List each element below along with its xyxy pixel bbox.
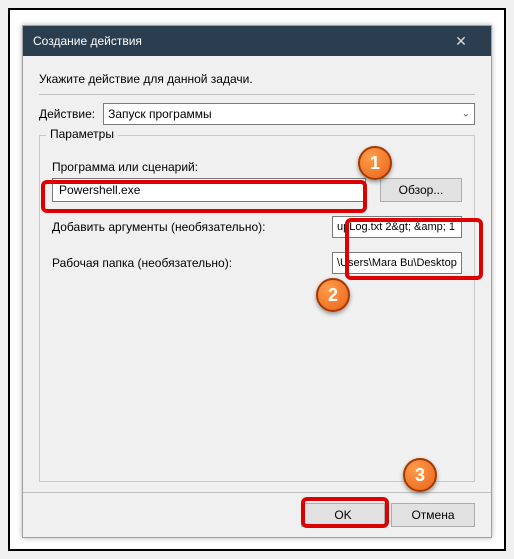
browse-button[interactable]: Обзор... (380, 178, 462, 202)
ok-button[interactable]: OK (301, 503, 385, 527)
divider (39, 94, 475, 95)
arguments-label: Добавить аргументы (необязательно): (52, 220, 332, 234)
callout-3: 3 (403, 458, 437, 492)
close-icon[interactable]: ✕ (441, 33, 481, 50)
chevron-down-icon: ⌄ (462, 109, 470, 120)
action-dropdown-value: Запуск программы (108, 107, 212, 121)
dialog-body: Укажите действие для данной задачи. Дейс… (23, 56, 491, 492)
workdir-label: Рабочая папка (необязательно): (52, 256, 332, 270)
arguments-input[interactable] (332, 216, 462, 238)
cancel-button[interactable]: Отмена (391, 503, 475, 527)
program-label: Программа или сценарий: (52, 160, 462, 174)
instruction-text: Укажите действие для данной задачи. (39, 66, 475, 94)
program-row: Обзор... (52, 178, 462, 202)
action-label: Действие: (39, 107, 95, 121)
workdir-row: Рабочая папка (необязательно): (52, 252, 462, 274)
parameters-fieldset: Параметры Программа или сценарий: Обзор.… (39, 135, 475, 482)
parameters-legend: Параметры (46, 127, 118, 141)
dialog-footer: OK Отмена (23, 492, 491, 537)
callout-2: 2 (316, 278, 350, 312)
workdir-input[interactable] (332, 252, 462, 274)
window-title: Создание действия (33, 34, 441, 48)
titlebar: Создание действия ✕ (23, 26, 491, 56)
arguments-row: Добавить аргументы (необязательно): (52, 216, 462, 238)
program-input[interactable] (52, 178, 366, 202)
action-row: Действие: Запуск программы ⌄ (39, 103, 475, 125)
callout-1: 1 (358, 146, 392, 180)
action-dropdown[interactable]: Запуск программы ⌄ (103, 103, 475, 125)
